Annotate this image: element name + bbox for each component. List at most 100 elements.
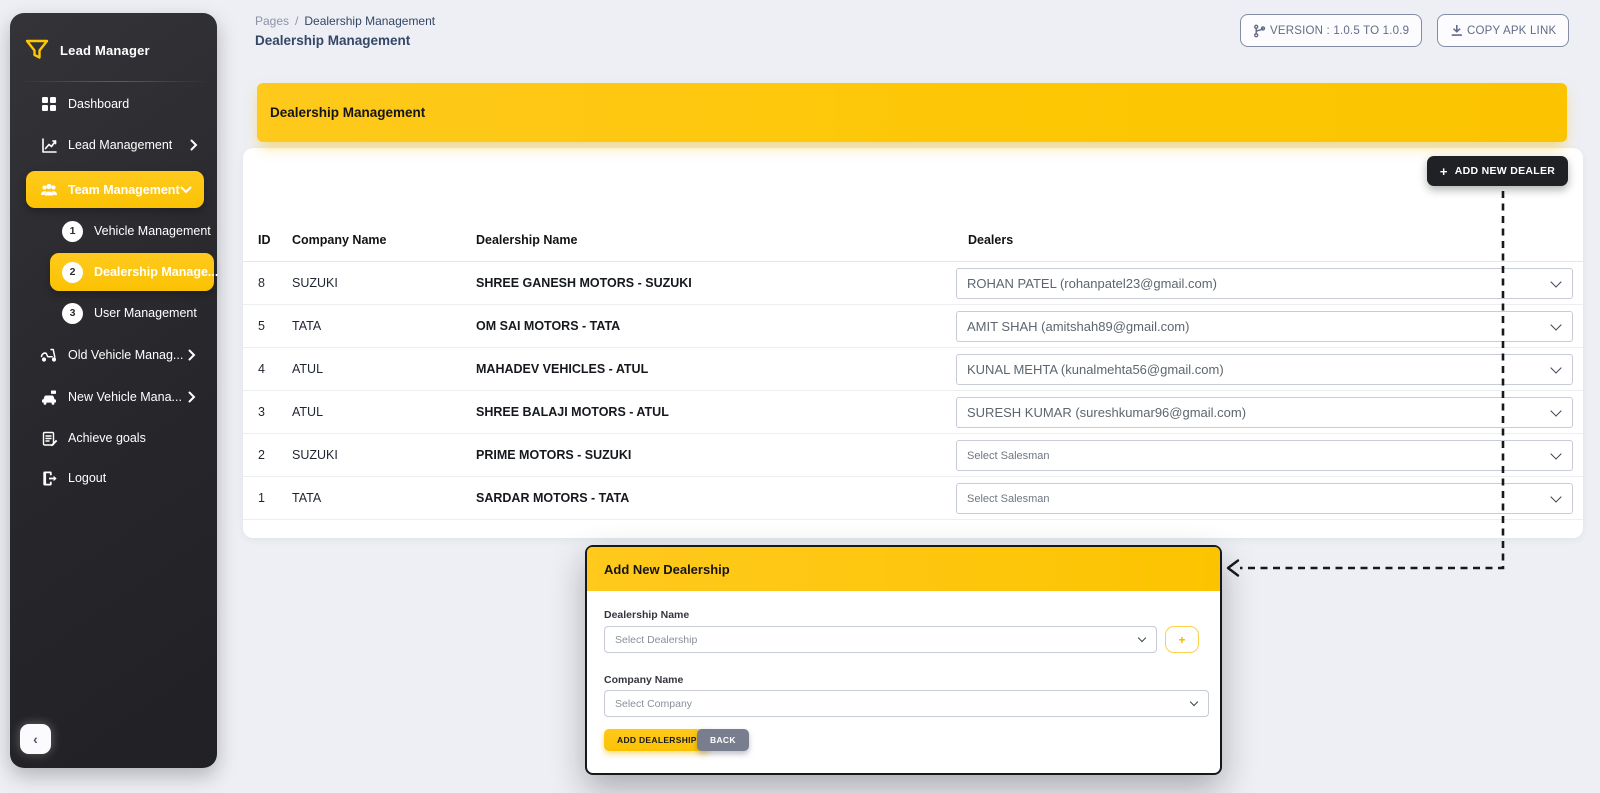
chevron-down-icon xyxy=(1550,318,1562,331)
sidebar-item-old-vehicle-management[interactable]: Old Vehicle Manag... xyxy=(26,337,204,373)
cell-dealership: PRIME MOTORS - SUZUKI xyxy=(476,448,632,462)
version-button-label: VERSION : 1.0.5 TO 1.0.9 xyxy=(1270,24,1410,37)
sidebar-item-label: Vehicle Management xyxy=(94,224,211,238)
add-dealer-button-label: ADD NEW DEALER xyxy=(1454,165,1556,177)
table-header-row: ID Company Name Dealership Name Dealers xyxy=(243,222,1583,262)
cell-company: ATUL xyxy=(292,405,324,419)
add-new-dealer-button[interactable]: + ADD NEW DEALER xyxy=(1427,156,1568,186)
version-button[interactable]: VERSION : 1.0.5 TO 1.0.9 xyxy=(1240,14,1423,47)
copy-apk-link-button[interactable]: COPY APK LINK xyxy=(1437,14,1570,47)
dealer-select[interactable]: Select Salesman xyxy=(956,483,1573,514)
sidebar-item-achieve-goals[interactable]: Achieve goals xyxy=(26,420,204,456)
dealership-name-label: Dealership Name xyxy=(604,609,690,621)
chevron-down-icon xyxy=(1550,490,1562,503)
sidebar-item-label: Team Management xyxy=(68,182,180,197)
cell-dealership: SHREE BALAJI MOTORS - ATUL xyxy=(476,405,669,419)
page-title: Dealership Management xyxy=(255,33,411,48)
cell-id: 5 xyxy=(258,319,265,333)
sidebar-item-vehicle-management[interactable]: 1 Vehicle Management xyxy=(50,213,214,249)
dealership-select[interactable]: Select Dealership xyxy=(604,626,1157,653)
chevron-right-icon xyxy=(190,139,198,151)
cell-company: ATUL xyxy=(292,362,324,376)
company-name-label: Company Name xyxy=(604,674,684,686)
sidebar-item-label: Old Vehicle Manag... xyxy=(68,348,184,362)
table-row: 8 SUZUKI SHREE GANESH MOTORS - SUZUKI RO… xyxy=(243,262,1583,305)
brand-title: Lead Manager xyxy=(60,42,150,58)
app-root: Lead Manager Dashboard Lead Management T… xyxy=(0,0,1600,793)
sidebar-item-dealership-management[interactable]: 2 Dealership Manage... xyxy=(50,253,218,291)
dealer-select[interactable]: SURESH KUMAR (sureshkumar96@gmail.com) xyxy=(956,397,1573,428)
sidebar-item-lead-management[interactable]: Lead Management xyxy=(26,127,204,163)
dealership-table-card: ID Company Name Dealership Name Dealers … xyxy=(243,148,1583,538)
sidebar-divider xyxy=(16,81,211,82)
modal-title: Add New Dealership xyxy=(604,561,730,577)
chevron-down-icon xyxy=(180,186,192,194)
modal-header: Add New Dealership xyxy=(587,547,1220,591)
add-dealership-modal: Add New Dealership Dealership Name Selec… xyxy=(585,545,1222,775)
scooter-icon xyxy=(40,346,58,364)
sidebar-item-label: Achieve goals xyxy=(68,431,146,445)
funnel-logo-icon xyxy=(24,37,50,63)
sidebar-item-label: Dealership Manage... xyxy=(94,265,219,279)
chevron-down-icon xyxy=(1137,633,1147,642)
sidebar-item-label: Logout xyxy=(68,471,107,485)
dealer-select[interactable]: ROHAN PATEL (rohanpatel23@gmail.com) xyxy=(956,268,1573,299)
dealer-select[interactable]: AMIT SHAH (amitshah89@gmail.com) xyxy=(956,311,1573,342)
chevron-down-icon xyxy=(1550,404,1562,417)
item-number-badge: 3 xyxy=(62,302,83,324)
item-number-badge: 1 xyxy=(62,220,83,242)
sidebar-item-team-management[interactable]: Team Management xyxy=(26,171,204,208)
add-dealership-submit-button[interactable]: ADD DEALERSHIP xyxy=(604,729,710,751)
table-row: 1 TATA SARDAR MOTORS - TATA Select Sales… xyxy=(243,477,1583,520)
clipboard-icon xyxy=(40,429,58,447)
cell-company: TATA xyxy=(292,491,322,505)
cell-id: 3 xyxy=(258,405,265,419)
chart-line-icon xyxy=(40,136,58,154)
breadcrumb-separator: / xyxy=(295,14,299,28)
back-button[interactable]: BACK xyxy=(697,729,749,751)
dealer-select-value: ROHAN PATEL (rohanpatel23@gmail.com) xyxy=(967,276,1217,291)
company-select[interactable]: Select Company xyxy=(604,690,1209,717)
team-icon xyxy=(40,181,58,199)
cell-company: SUZUKI xyxy=(292,276,338,290)
sidebar-item-label: New Vehicle Mana... xyxy=(68,390,182,404)
dealer-select-value: SURESH KUMAR (sureshkumar96@gmail.com) xyxy=(967,405,1247,420)
breadcrumb-current: Dealership Management xyxy=(304,14,436,28)
column-header-id: ID xyxy=(258,233,271,247)
logout-icon xyxy=(40,469,58,487)
git-branch-icon xyxy=(1253,24,1266,38)
dealer-select-value: AMIT SHAH (amitshah89@gmail.com) xyxy=(967,319,1190,334)
sidebar-item-label: Lead Management xyxy=(68,138,173,152)
table-row: 3 ATUL SHREE BALAJI MOTORS - ATUL SURESH… xyxy=(243,391,1583,434)
table-row: 2 SUZUKI PRIME MOTORS - SUZUKI Select Sa… xyxy=(243,434,1583,477)
sidebar-item-user-management[interactable]: 3 User Management xyxy=(50,295,214,331)
dealer-select[interactable]: Select Salesman xyxy=(956,440,1573,471)
dashboard-icon xyxy=(40,95,58,113)
item-number-badge: 2 xyxy=(62,261,83,283)
chevron-right-icon xyxy=(188,391,196,403)
sidebar-item-logout[interactable]: Logout xyxy=(26,460,204,496)
breadcrumb-root[interactable]: Pages xyxy=(255,14,289,28)
sidebar-collapse-button[interactable]: ‹ xyxy=(20,724,51,754)
brand: Lead Manager xyxy=(24,37,150,63)
chevron-down-icon xyxy=(1550,447,1562,460)
chevron-down-icon xyxy=(1189,697,1199,706)
dealer-select-value: Select Salesman xyxy=(967,449,1050,462)
column-header-company: Company Name xyxy=(292,233,387,247)
sidebar-item-new-vehicle-management[interactable]: New Vehicle Mana... xyxy=(26,379,204,415)
cell-company: SUZUKI xyxy=(292,448,338,462)
dealership-select-placeholder: Select Dealership xyxy=(615,633,698,646)
dealer-select[interactable]: KUNAL MEHTA (kunalmehta56@gmail.com) xyxy=(956,354,1573,385)
copy-apk-button-label: COPY APK LINK xyxy=(1467,24,1557,37)
panel-header: Dealership Management xyxy=(257,83,1567,142)
add-dealership-option-button[interactable]: + xyxy=(1165,626,1199,653)
cell-id: 8 xyxy=(258,276,265,290)
column-header-dealership: Dealership Name xyxy=(476,233,578,247)
sidebar-item-dashboard[interactable]: Dashboard xyxy=(26,86,204,122)
download-icon xyxy=(1450,24,1463,37)
table-row: 5 TATA OM SAI MOTORS - TATA AMIT SHAH (a… xyxy=(243,305,1583,348)
cell-company: TATA xyxy=(292,319,322,333)
table-row: 4 ATUL MAHADEV VEHICLES - ATUL KUNAL MEH… xyxy=(243,348,1583,391)
cell-id: 4 xyxy=(258,362,265,376)
chevron-down-icon xyxy=(1550,275,1562,288)
